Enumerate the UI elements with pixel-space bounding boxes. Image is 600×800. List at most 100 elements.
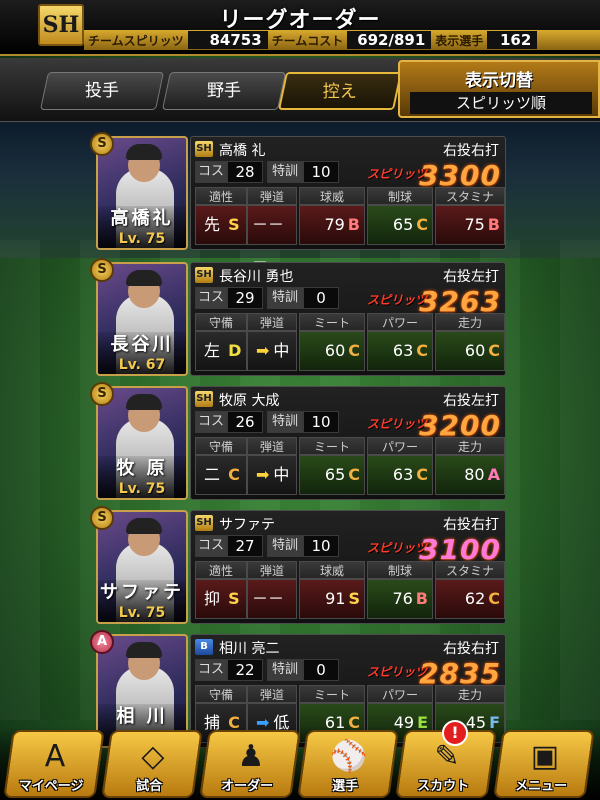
tab-reserves[interactable]: 控え <box>277 72 403 110</box>
stat-header-row: 守備 弾道 ミート パワー 走力 <box>195 437 505 455</box>
player-short-name: 相 川 <box>116 706 168 727</box>
nav-mypage[interactable]: A マイページ <box>3 730 105 798</box>
team-badge-icon: SH <box>195 391 213 407</box>
throw-bat-hands: 右投右打 <box>443 143 499 159</box>
cost-label: コス <box>195 535 227 557</box>
player-level: Lv. 67 <box>118 357 166 373</box>
player-portrait-cap <box>126 518 162 534</box>
stat-value-2: 76 B <box>367 579 433 619</box>
stat-header-1: 適性 <box>195 187 247 205</box>
stat-value-1: 91 S <box>299 579 365 619</box>
team-stats-bar: チームスピリッツ 84753 チームコスト 692/891 表示選手 162 <box>84 30 600 50</box>
team-badge-icon: SH <box>195 267 213 283</box>
cost-value: 22 <box>227 659 263 681</box>
display-switch-button[interactable]: 表示切替 スピリッツ順 <box>398 60 600 118</box>
stat-header-3: ミート <box>299 313 365 331</box>
special-training-label: 特訓 <box>267 411 303 433</box>
tab-fielders[interactable]: 野手 <box>161 72 287 110</box>
cost-row: コス 27 特訓 10 スピリッツ 3100 <box>195 533 505 566</box>
nav-label: メニュー <box>515 779 568 794</box>
team-badge-icon: B <box>195 639 213 655</box>
trajectory-value: 中 <box>273 465 290 484</box>
player-card[interactable]: S 高橋礼 Lv. 75 SH 高橋 礼 右投右打 コス 28 特訓 10 スピ… <box>90 132 506 272</box>
stat-header-5: 走力 <box>435 685 505 703</box>
stat-header-2: 弾道 <box>247 437 297 455</box>
stat-header-4: 制球 <box>367 561 433 579</box>
nav-label: オーダー <box>221 779 274 794</box>
nav-players[interactable]: ⚾ 選手 <box>297 730 399 798</box>
mypage-icon: A <box>44 739 66 774</box>
stat-header-4: パワー <box>367 313 433 331</box>
rank-badge: S <box>90 382 114 406</box>
stat-header-row: 守備 弾道 ミート パワー 走力 <box>195 685 505 703</box>
spirits-label: スピリッツ <box>367 417 428 431</box>
nav-menu[interactable]: ▣ メニュー <box>493 730 595 798</box>
aptitude-grade: S <box>228 215 240 234</box>
player-card[interactable]: S 長谷川 Lv. 67 SH 長谷川 勇也 右投左打 コス 29 特訓 0 ス… <box>90 258 506 376</box>
special-training-label: 特訓 <box>267 535 303 557</box>
stat-header-row: 適性 弾道 球威 制球 スタミナ <box>195 561 505 579</box>
stat-value-3: 80 A <box>435 455 505 495</box>
team-cost-value: 692/891 <box>347 31 432 49</box>
player-level: Lv. 75 <box>118 481 166 497</box>
trajectory-cell: ➡ 中 <box>247 455 297 495</box>
stat-header-4: パワー <box>367 685 433 703</box>
special-training-label: 特訓 <box>267 161 303 183</box>
cost-value: 29 <box>227 287 263 309</box>
team-badge-icon: SH <box>195 141 213 157</box>
trajectory-arrow-icon: ➡ <box>256 341 270 360</box>
tab-pitchers[interactable]: 投手 <box>39 72 165 110</box>
player-short-name: 牧 原 <box>116 458 168 479</box>
position-grade: D <box>228 341 242 360</box>
notification-badge: ! <box>442 720 468 746</box>
menu-icon: ▣ <box>530 739 560 774</box>
cost-value: 27 <box>227 535 263 557</box>
special-training-label: 特訓 <box>267 287 303 309</box>
player-card[interactable]: S 牧 原 Lv. 75 SH 牧原 大成 右投左打 コス 26 特訓 10 ス… <box>90 382 506 500</box>
stat-header-row: 適性 弾道 球威 制球 スタミナ <box>195 187 505 205</box>
player-info-panel: SH サファテ 右投右打 コス 27 特訓 10 スピリッツ 3100 適性 弾… <box>190 510 506 646</box>
stat-value-1: 79 B <box>299 205 365 245</box>
trajectory-arrow-icon: ➡ <box>256 465 270 484</box>
stat-value-3: 62 C <box>435 579 505 619</box>
stat-header-4: パワー <box>367 437 433 455</box>
cost-row: コス 26 特訓 10 スピリッツ 3200 <box>195 409 505 442</box>
spirits-label: スピリッツ <box>367 167 428 181</box>
stat-value-row: 抑 S －－－ 91S 76B 62C <box>195 579 505 646</box>
nav-label: 選手 <box>332 779 359 794</box>
trajectory-cell: －－－ <box>247 205 297 272</box>
stat-header-row: 守備 弾道 ミート パワー 走力 <box>195 313 505 331</box>
trajectory-value: 中 <box>273 341 290 360</box>
cost-label: コス <box>195 161 227 183</box>
stat-header-1: 守備 <box>195 437 247 455</box>
rank-badge: S <box>90 258 114 282</box>
stat-header-2: 弾道 <box>247 561 297 579</box>
nameplate: サファテ Lv. 75 <box>98 580 186 622</box>
special-training-value: 0 <box>303 659 339 681</box>
stat-header-1: 適性 <box>195 561 247 579</box>
player-card[interactable]: S サファテ Lv. 75 SH サファテ 右投右打 コス 27 特訓 10 ス… <box>90 506 506 646</box>
player-short-name: サファテ <box>100 582 184 603</box>
throw-bat-hands: 右投右打 <box>443 517 499 533</box>
display-switch-value: スピリッツ順 <box>410 92 592 114</box>
stat-header-5: 走力 <box>435 313 505 331</box>
player-full-name: 相川 亮二 <box>219 641 280 657</box>
stat-header-5: スタミナ <box>435 187 505 205</box>
player-portrait-cap <box>126 642 162 658</box>
stat-header-5: 走力 <box>435 437 505 455</box>
rank-badge: A <box>90 630 114 654</box>
player-full-name: サファテ <box>219 517 275 533</box>
special-training-value: 10 <box>303 535 339 557</box>
stat-value-2: 63 C <box>367 331 433 371</box>
spirits-label: スピリッツ <box>367 293 428 307</box>
spirits-label: スピリッツ <box>367 665 428 679</box>
player-info-panel: SH 牧原 大成 右投左打 コス 26 特訓 10 スピリッツ 3200 守備 … <box>190 386 506 500</box>
stat-value-3: 60 C <box>435 331 505 371</box>
stat-value-row: 左 D ➡ 中 60 C 63 C 60 C <box>195 331 505 371</box>
stat-value-3: 75 B <box>435 205 505 245</box>
nav-order[interactable]: ♟ オーダー <box>199 730 301 798</box>
nav-match[interactable]: ◇ 試合 <box>101 730 203 798</box>
stat-header-2: 弾道 <box>247 685 297 703</box>
nav-label: 試合 <box>136 779 163 794</box>
shown-players-label: 表示選手 <box>435 33 484 48</box>
